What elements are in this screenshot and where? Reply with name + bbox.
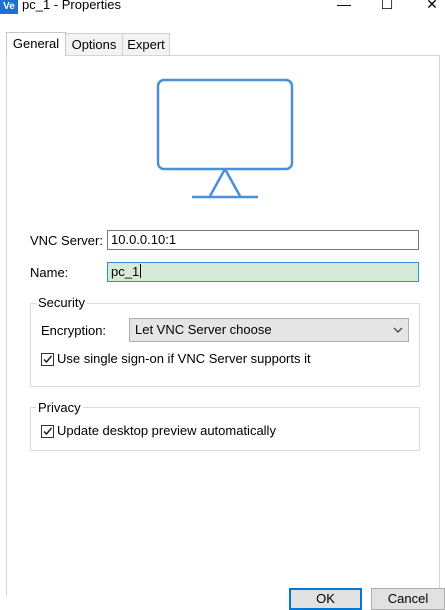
encryption-label: Encryption:	[41, 323, 107, 338]
update-preview-label[interactable]: Update desktop preview automatically	[57, 423, 276, 439]
vnc-server-label: VNC Server:	[30, 233, 103, 248]
title-bar: Ve pc_1 - Properties — ☐ ✕	[0, 0, 445, 14]
minimize-button[interactable]: —	[334, 0, 354, 14]
privacy-group-title: Privacy	[36, 400, 83, 416]
name-input[interactable]: pc_1	[107, 262, 419, 282]
sso-label[interactable]: Use single sign-on if VNC Server support…	[57, 351, 311, 367]
tab-expert[interactable]: Expert	[122, 33, 170, 55]
maximize-button[interactable]: ☐	[377, 0, 397, 14]
cancel-button[interactable]: Cancel	[371, 588, 445, 610]
app-icon[interactable]: Ve	[0, 0, 18, 14]
checkmark-icon	[43, 355, 53, 364]
vnc-server-input[interactable]: 10.0.0.10:1	[107, 230, 419, 250]
window-title: pc_1 - Properties	[22, 0, 121, 12]
monitor-icon	[156, 78, 294, 199]
sso-checkbox[interactable]	[41, 353, 54, 366]
name-label: Name:	[30, 265, 69, 280]
security-group-title: Security	[36, 295, 87, 311]
close-button[interactable]: ✕	[422, 0, 442, 14]
tab-general[interactable]: General	[6, 32, 66, 56]
chevron-down-icon	[393, 327, 403, 333]
encryption-dropdown[interactable]: Let VNC Server choose	[129, 318, 409, 342]
update-preview-checkbox[interactable]	[41, 425, 54, 438]
name-value: pc_1	[111, 264, 140, 279]
checkmark-icon	[43, 427, 53, 436]
text-caret	[140, 264, 142, 278]
vnc-server-value: 10.0.0.10:1	[111, 232, 177, 247]
tab-options[interactable]: Options	[65, 33, 123, 55]
security-group	[30, 303, 420, 387]
encryption-selected-value: Let VNC Server choose	[135, 322, 272, 337]
ok-button[interactable]: OK	[289, 588, 362, 610]
